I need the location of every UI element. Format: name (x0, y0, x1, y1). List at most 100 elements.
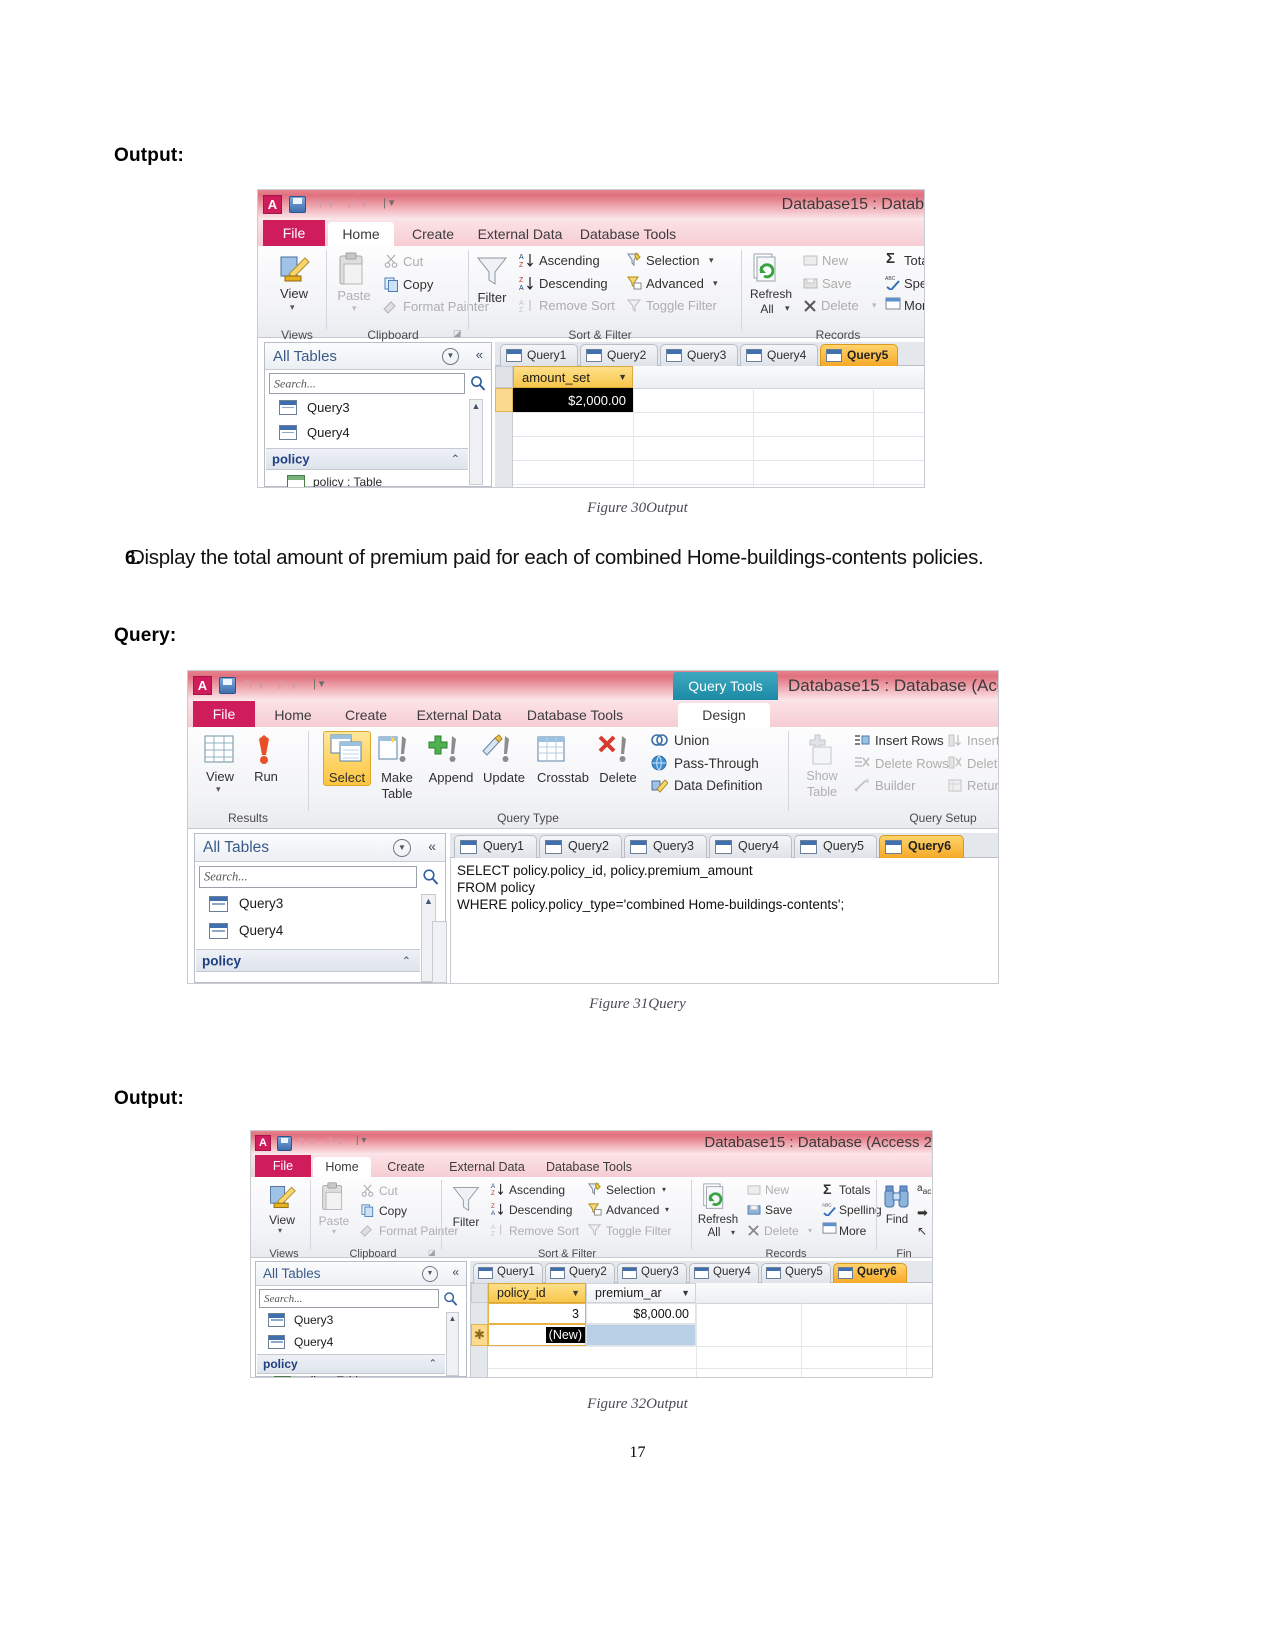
view-dropdown-icon[interactable]: ▾ (216, 784, 221, 795)
select-button-label[interactable]: Select (323, 770, 371, 785)
double-chevron-left-icon[interactable]: « (428, 838, 436, 854)
view-icon[interactable] (277, 252, 311, 286)
totals-button[interactable]: Tota (904, 253, 924, 268)
refresh-button-label[interactable]: Refresh (693, 1214, 743, 1226)
refresh-all-label[interactable]: All (744, 302, 790, 316)
cell-amount-set[interactable]: $2,000.00 (513, 388, 633, 412)
redo-icon[interactable]: ↱ ▾ (346, 196, 367, 212)
return-rows-button[interactable]: Return (967, 778, 998, 793)
find-button-label[interactable]: Find (879, 1214, 915, 1226)
doc-tab-query4[interactable]: Query4 (709, 835, 792, 858)
search-input[interactable]: Search... (269, 373, 465, 394)
doc-tab-query3[interactable]: Query3 (617, 1263, 687, 1283)
selection-dropdown-icon[interactable]: ▾ (662, 1185, 666, 1194)
ribbon-tab-home[interactable]: Home (328, 222, 394, 246)
search-input[interactable]: Search... (199, 866, 417, 888)
asterisk-icon[interactable]: ✱ (471, 1324, 488, 1346)
filter-button-label[interactable]: Filter (446, 1215, 486, 1229)
advanced-button[interactable]: Advanced (606, 1203, 659, 1217)
undo-icon[interactable]: ↰ ▾ (243, 677, 264, 693)
chevron-down-icon[interactable]: ▼ (618, 372, 627, 382)
show-table-label-1[interactable]: Show (796, 769, 848, 783)
new-row-policy-id-cell[interactable]: (New) (488, 1324, 586, 1346)
new-record-button[interactable]: New (822, 253, 848, 268)
chevron-down-icon[interactable]: ▼ (681, 1288, 690, 1298)
data-definition-button[interactable]: Data Definition (674, 778, 763, 793)
doc-tab-query5[interactable]: Query5 (820, 344, 898, 366)
ribbon-tab-home[interactable]: Home (313, 1157, 371, 1177)
delete-record-button[interactable]: Delete (764, 1224, 799, 1238)
ribbon-tab-design[interactable]: Design (678, 703, 770, 727)
advanced-dropdown-icon[interactable]: ▾ (665, 1205, 669, 1214)
chevron-down-icon[interactable]: ▼ (571, 1288, 580, 1298)
doc-tab-query4[interactable]: Query4 (740, 344, 818, 366)
nav-item-query4[interactable]: Query4 (307, 425, 350, 440)
ribbon-tab-database-tools[interactable]: Database Tools (537, 1157, 641, 1177)
cut-button[interactable]: Cut (379, 1184, 398, 1198)
scroll-up-icon[interactable]: ▲ (423, 896, 434, 907)
crosstab-button-label[interactable]: Crosstab (532, 770, 594, 785)
scroll-up-icon[interactable]: ▲ (448, 1314, 457, 1323)
column-header-amount-set[interactable]: amount_set ▼ (513, 366, 633, 388)
new-record-button[interactable]: New (765, 1183, 789, 1197)
scroll-up-icon[interactable]: ▲ (471, 401, 481, 411)
goto-arrow-icon[interactable]: ➡ (917, 1205, 928, 1221)
delete-record-button[interactable]: Delete (821, 298, 859, 313)
save-icon[interactable] (289, 196, 306, 213)
doc-tab-query3[interactable]: Query3 (624, 835, 707, 858)
paste-button-label[interactable]: Paste (330, 288, 378, 303)
doc-tab-query6[interactable]: Query6 (879, 835, 964, 858)
save-record-button[interactable]: Save (765, 1203, 792, 1217)
save-record-button[interactable]: Save (822, 276, 852, 291)
view-dropdown-icon[interactable]: ▾ (290, 302, 295, 313)
select-all-corner[interactable] (471, 1283, 488, 1303)
copy-button[interactable]: Copy (379, 1204, 407, 1218)
chevron-up-icon[interactable]: ⌃ (402, 954, 411, 967)
insert-columns-button[interactable]: Insert (967, 733, 998, 748)
access-logo-icon[interactable]: A (193, 676, 212, 695)
nav-group-policy[interactable]: policy ⌃ (196, 949, 420, 972)
sql-view-pane[interactable]: SELECT policy.policy_id, policy.premium_… (450, 858, 998, 983)
chevron-down-icon[interactable]: | ▾ (383, 196, 394, 209)
nav-item-query3[interactable]: Query3 (294, 1313, 333, 1327)
search-input[interactable]: Search... (259, 1289, 439, 1308)
totals-button[interactable]: Totals (839, 1183, 870, 1197)
view-icon[interactable] (267, 1182, 297, 1212)
advanced-dropdown-icon[interactable]: ▾ (713, 278, 718, 289)
save-icon[interactable] (219, 677, 236, 694)
access-logo-icon[interactable]: A (263, 195, 282, 214)
run-button-label[interactable]: Run (246, 769, 286, 784)
cell-policy-id[interactable]: 3 (488, 1303, 586, 1324)
nav-scrollbar[interactable]: ▲ (469, 399, 483, 485)
access-logo-icon[interactable]: A (255, 1135, 271, 1151)
refresh-all-dropdown-icon[interactable]: ▾ (785, 303, 790, 314)
delete-dropdown-icon[interactable]: ▾ (872, 300, 877, 311)
ascending-button[interactable]: Ascending (539, 253, 600, 268)
redo-icon[interactable]: ↱ ▾ (276, 677, 297, 693)
nav-item-query4[interactable]: Query4 (239, 923, 283, 938)
doc-tab-query3[interactable]: Query3 (660, 344, 738, 366)
refresh-button-label[interactable]: Refresh (744, 287, 798, 301)
select-pointer-icon[interactable]: ↖ (917, 1224, 927, 1238)
ribbon-tab-external-data[interactable]: External Data (439, 1157, 535, 1177)
union-button[interactable]: Union (674, 733, 709, 748)
search-icon[interactable] (443, 1291, 458, 1307)
view-button-label[interactable]: View (259, 1213, 305, 1227)
builder-button[interactable]: Builder (875, 778, 915, 793)
delete-rows-button[interactable]: Delete Rows (875, 756, 949, 771)
delete-columns-button[interactable]: Delete (967, 756, 998, 771)
insert-rows-button[interactable]: Insert Rows (875, 733, 944, 748)
ribbon-tab-database-tools[interactable]: Database Tools (516, 703, 634, 727)
make-table-label-2[interactable]: Table (374, 786, 420, 801)
current-record-selector[interactable] (495, 388, 513, 412)
chevron-down-circle-icon[interactable]: ▼ (442, 348, 459, 365)
view-button-label[interactable]: View (196, 769, 244, 784)
doc-tab-query1[interactable]: Query1 (454, 835, 537, 858)
cell-premium-amount[interactable]: $8,000.00 (586, 1303, 696, 1324)
sql-text[interactable]: SELECT policy.policy_id, policy.premium_… (457, 862, 993, 913)
nav-scrollbar-lower[interactable] (432, 921, 447, 983)
ribbon-tab-database-tools[interactable]: Database Tools (573, 222, 683, 246)
cut-button[interactable]: Cut (403, 254, 423, 269)
binoculars-icon[interactable] (883, 1182, 911, 1210)
more-button[interactable]: Mor (904, 298, 924, 313)
